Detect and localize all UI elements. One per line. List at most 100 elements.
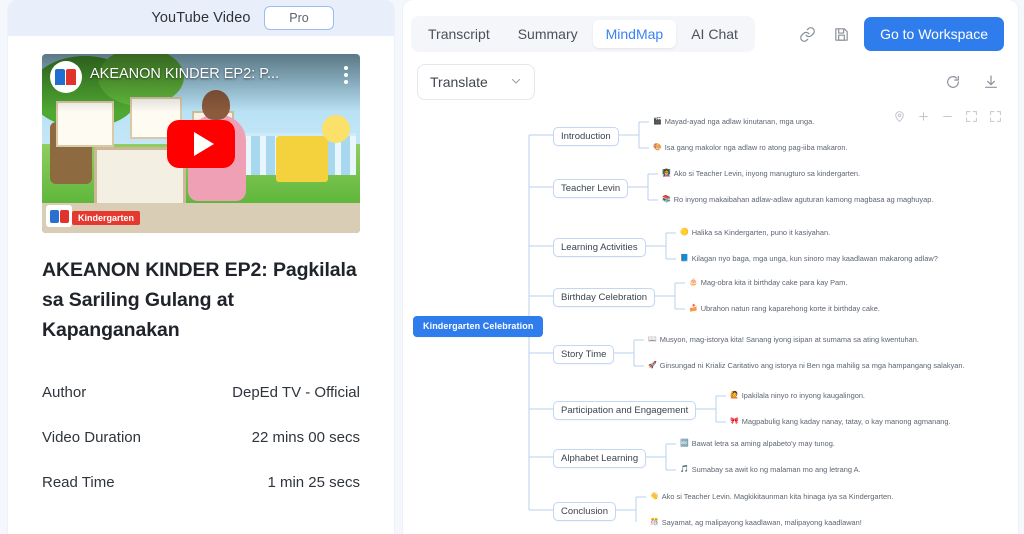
mindmap-leaf-node[interactable]: 🚀 Ginsungad ni Krializ Caritativo ang ist…: [648, 360, 977, 371]
metadata-value: DepEd TV - Official: [232, 383, 360, 401]
kindergarten-badge: Kindergarten: [72, 211, 141, 225]
zoom-in-icon[interactable]: [917, 110, 930, 123]
leaf-emoji-icon: 🎊: [650, 519, 659, 526]
metadata-value: 1 min 25 secs: [267, 473, 360, 491]
locate-pin-icon[interactable]: [893, 110, 906, 123]
leaf-text: Ipakilala ninyo ro inyong kaugalingon.: [741, 391, 865, 400]
mindmap-branch-node[interactable]: Learning Activities: [553, 238, 646, 258]
mindmap-controls: [893, 110, 1002, 123]
leaf-emoji-icon: 🍰: [689, 305, 698, 312]
pro-badge[interactable]: Pro: [264, 6, 334, 30]
leaf-emoji-icon: 🔤: [680, 440, 689, 447]
mindmap-leaf-node[interactable]: 🍰 Ubrahon natun rang kaparehong korte it …: [689, 303, 977, 314]
tab-summary[interactable]: Summary: [505, 20, 591, 48]
deped-logo-icon: [46, 205, 72, 227]
leaf-emoji-icon: 🙋: [730, 392, 739, 399]
more-vertical-icon[interactable]: [344, 66, 348, 87]
panel-topbar: Transcript Summary MindMap AI Chat Go to…: [403, 0, 1018, 58]
thumbnail-gradient: [42, 54, 360, 112]
leaf-emoji-icon: 🎬: [653, 118, 662, 125]
mindmap-leaf-node[interactable]: 🙋 Ipakilala ninyo ro inyong kaugalingon.: [730, 390, 977, 401]
mindmap-panel: Transcript Summary MindMap AI Chat Go to…: [403, 0, 1018, 534]
page-title: AKEANON KINDER EP2: Pagkilala sa Sarilin…: [42, 259, 357, 342]
mindmap-branch-node[interactable]: Birthday Celebration: [553, 288, 656, 308]
leaf-text: Sayamat, ag malipayong kaadlawan, malipa…: [661, 518, 862, 527]
leaf-emoji-icon: 🟡: [680, 229, 689, 236]
zoom-out-icon[interactable]: [941, 110, 954, 123]
channel-avatar-icon[interactable]: [50, 61, 82, 93]
mindmap-leaf-node[interactable]: 📘 Kilagan nyo baga, mga unga, kun sinoro …: [680, 253, 977, 264]
leaf-emoji-icon: 🎀: [730, 418, 739, 425]
leaf-emoji-icon: 🎵: [680, 466, 689, 473]
go-to-workspace-button[interactable]: Go to Workspace: [864, 17, 1004, 51]
leaf-text: Ubrahon natun rang kaparehong korte it b…: [700, 304, 880, 313]
metadata-value: 22 mins 00 secs: [251, 428, 360, 446]
mindmap-canvas[interactable]: Kindergarten Celebration Introduction 🎬 May…: [403, 102, 1018, 534]
save-floppy-icon[interactable]: [830, 23, 852, 45]
tab-bar: Transcript Summary MindMap AI Chat: [411, 16, 755, 52]
mindmap-branch-node[interactable]: Alphabet Learning: [553, 449, 647, 469]
download-icon[interactable]: [980, 71, 1002, 93]
leaf-text: Ro inyong makaibahan adlaw-adlaw agutura…: [673, 195, 934, 204]
mindmap-branch-node[interactable]: Introduction: [553, 127, 619, 147]
translate-dropdown-label: Translate: [430, 74, 488, 90]
video-info-panel: YouTube Video Pro AKEANON KINDER EP2: P.…: [8, 0, 394, 534]
left-panel-body: AKEANON KINDER EP2: P... Kindergarten AK…: [8, 36, 394, 534]
mindmap-leaf-node[interactable]: 🎀 Magpabulig kang kaday nanay, tatay, o k…: [730, 416, 977, 427]
translate-dropdown[interactable]: Translate: [417, 64, 535, 100]
mindmap-branch-node[interactable]: Story Time: [553, 345, 615, 365]
leaf-text: Sumabay sa awit ko ng malaman mo ang let…: [691, 465, 861, 474]
left-panel-title: YouTube Video: [151, 10, 251, 26]
leaf-emoji-icon: 🚀: [648, 362, 657, 369]
leaf-text: Magpabulig kang kaday nanay, tatay, o ka…: [741, 417, 951, 426]
leaf-text: Ako si Teacher Levin. Magkikitaunman kit…: [661, 492, 894, 501]
leaf-text: Halika sa Kindergarten, puno it kasiyaha…: [691, 228, 831, 237]
leaf-emoji-icon: 📘: [680, 255, 689, 262]
refresh-icon[interactable]: [942, 71, 964, 93]
mindmap-leaf-node[interactable]: 🎵 Sumabay sa awit ko ng malaman mo ang le…: [680, 464, 977, 475]
mindmap-leaf-node[interactable]: 🟡 Halika sa Kindergarten, puno it kasiyah…: [680, 227, 977, 238]
leaf-text: Mayad-ayad nga adlaw kinutanan, mga unga…: [664, 117, 815, 126]
tab-mindmap[interactable]: MindMap: [592, 20, 677, 48]
video-overlay-title[interactable]: AKEANON KINDER EP2: P...: [90, 66, 302, 82]
mindmap-leaf-node[interactable]: 🎊 Sayamat, ag malipayong kaadlawan, malip…: [650, 517, 977, 528]
leaf-text: Musyon, mag-istorya kita! Sanang iyong i…: [659, 335, 919, 344]
mindmap-leaf-node[interactable]: 🎨 Isa gang makolor nga adlaw ro atong pag…: [653, 142, 977, 153]
leaf-emoji-icon: 📖: [648, 336, 657, 343]
leaf-text: Ginsungad ni Krializ Caritativo ang isto…: [659, 361, 965, 370]
tab-ai-chat[interactable]: AI Chat: [678, 20, 751, 48]
metadata-label: Video Duration: [42, 428, 141, 446]
mindmap-branch-node[interactable]: Participation and Engagement: [553, 401, 697, 421]
leaf-text: Mag-obra kita it birthday cake para kay …: [700, 278, 848, 287]
leaf-emoji-icon: 👋: [650, 493, 659, 500]
metadata-row-author: Author DepEd TV - Official: [42, 370, 360, 415]
metadata-row-duration: Video Duration 22 mins 00 secs: [42, 415, 360, 460]
metadata-label: Author: [42, 383, 87, 401]
link-icon[interactable]: [796, 23, 818, 45]
mindmap-leaf-node[interactable]: 🔤 Bawat letra sa aming alpabeto'y may tun…: [680, 438, 977, 449]
leaf-text: Isa gang makolor nga adlaw ro atong pag-…: [664, 143, 848, 152]
mindmap-branch-node[interactable]: Conclusion: [553, 502, 616, 522]
video-thumbnail[interactable]: AKEANON KINDER EP2: P... Kindergarten: [42, 54, 360, 233]
topbar-actions: Go to Workspace: [796, 17, 1004, 51]
chevron-down-icon: [510, 75, 522, 90]
metadata-row-readtime: Read Time 1 min 25 secs: [42, 460, 360, 505]
leaf-text: Ako si Teacher Levin, inyong manugturo s…: [673, 169, 861, 178]
left-panel-header: YouTube Video Pro: [8, 0, 394, 36]
mindmap-branch-node[interactable]: Teacher Levin: [553, 179, 629, 199]
leaf-emoji-icon: 🎨: [653, 144, 662, 151]
panel-toolbar: Translate: [403, 58, 1018, 102]
mindmap-leaf-node[interactable]: 🎂 Mag-obra kita it birthday cake para kay…: [689, 277, 977, 288]
mindmap-leaf-node[interactable]: 👋 Ako si Teacher Levin. Magkikitaunman ki…: [650, 491, 977, 502]
leaf-emoji-icon: 📚: [662, 196, 671, 203]
mindmap-leaf-node[interactable]: 📖 Musyon, mag-istorya kita! Sanang iyong …: [648, 334, 977, 345]
mindmap-leaf-node[interactable]: 📚 Ro inyong makaibahan adlaw-adlaw agutur…: [662, 194, 977, 205]
mindmap-root-node[interactable]: Kindergarten Celebration: [413, 316, 544, 337]
video-metadata-list: Author DepEd TV - Official Video Duratio…: [42, 370, 360, 505]
tab-transcript[interactable]: Transcript: [415, 20, 503, 48]
mindmap-leaf-node[interactable]: 👩‍🏫 Ako si Teacher Levin, inyong manugtur…: [662, 168, 977, 179]
fullscreen-icon[interactable]: [989, 110, 1002, 123]
toolbar-actions: [942, 71, 1002, 93]
fit-screen-icon[interactable]: [965, 110, 978, 123]
play-icon[interactable]: [167, 119, 235, 168]
